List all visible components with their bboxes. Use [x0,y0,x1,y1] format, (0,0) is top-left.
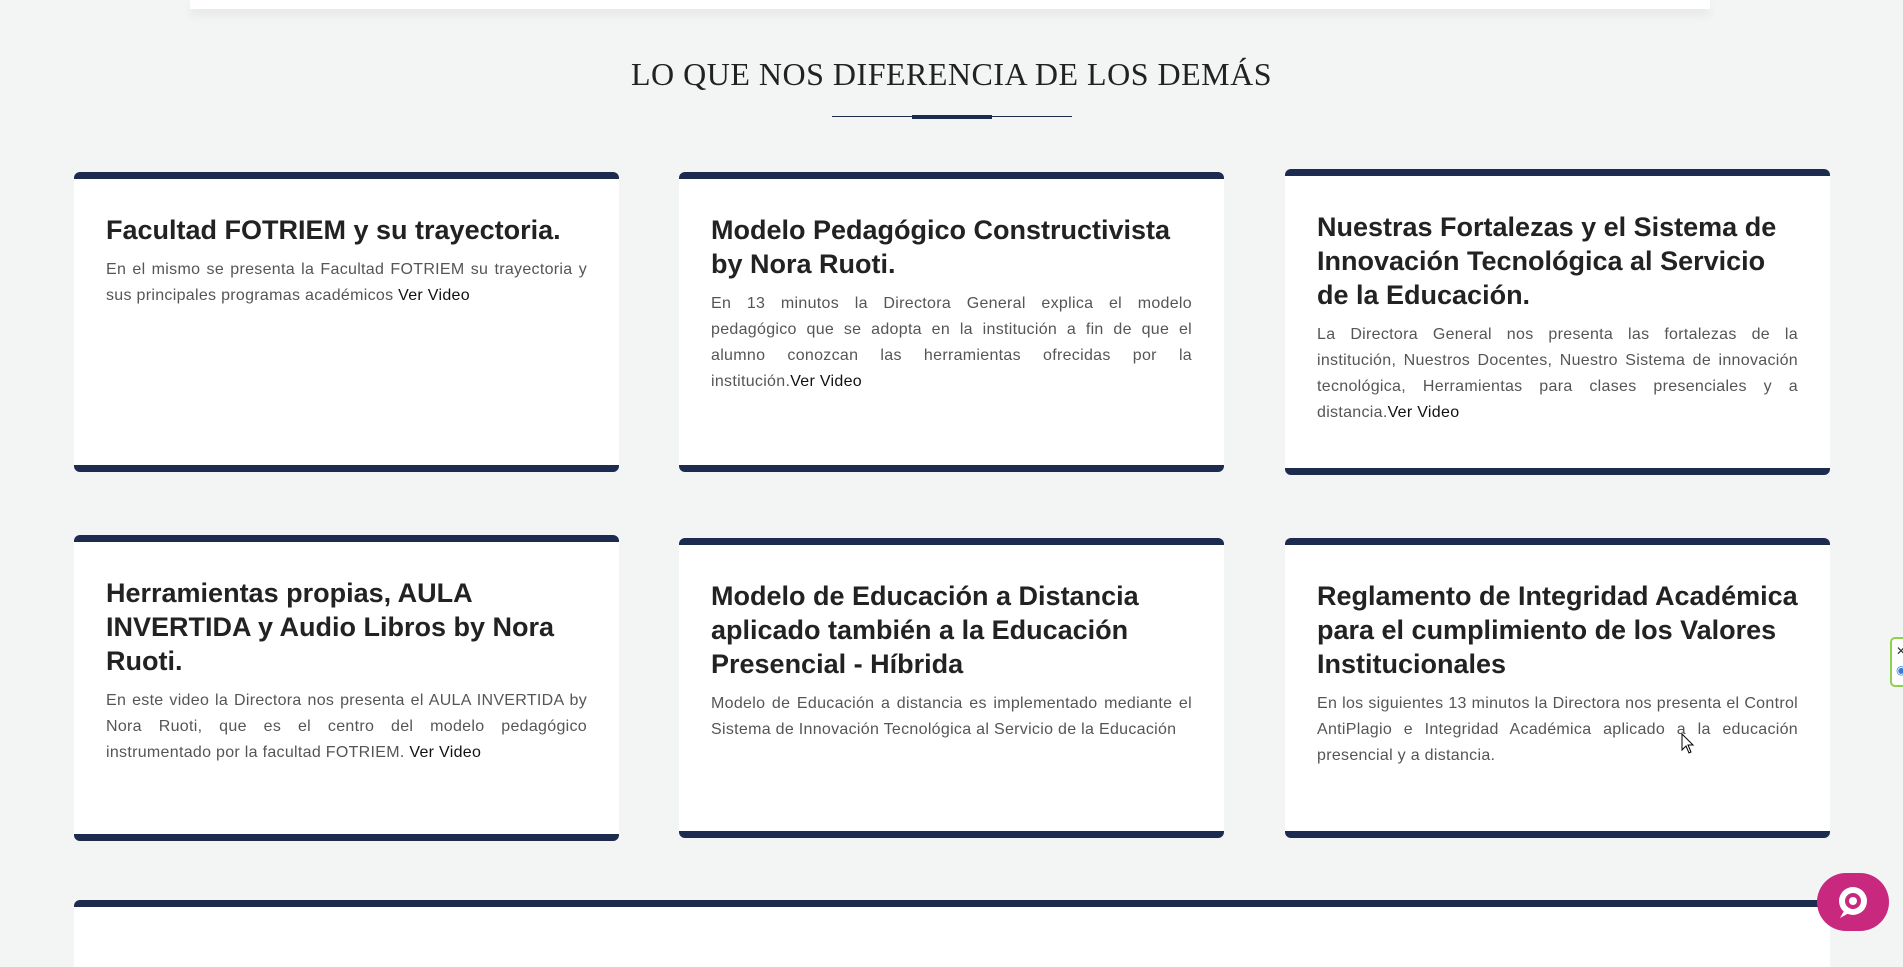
card-description: La Directora General nos presenta las fo… [1317,326,1798,421]
ver-video-link[interactable]: Ver Video [1388,404,1460,421]
next-section-card [74,900,1830,967]
ver-video-link[interactable]: Ver Video [409,744,481,761]
card-description: En los siguientes 13 minutos la Director… [1317,695,1798,764]
card-title: Modelo Pedagógico Constructivista by Nor… [711,215,1171,279]
card-description: En 13 minutos la Directora General expli… [711,295,1192,390]
ver-video-link[interactable]: Ver Video [398,287,470,304]
section-title: LO QUE NOS DIFERENCIA DE LOS DEMÁS [630,56,1272,92]
card-title: Nuestras Fortalezas y el Sistema de Inno… [1317,212,1777,310]
feature-card: Nuestras Fortalezas y el Sistema de Inno… [1285,169,1830,475]
accessibility-widget[interactable]: ✕ ◉ [1890,637,1903,687]
chat-button[interactable] [1817,873,1889,931]
feature-card: Facultad FOTRIEM y su trayectoria. En el… [74,172,619,472]
ver-video-link[interactable]: Ver Video [790,373,862,390]
feature-card: Modelo Pedagógico Constructivista by Nor… [679,172,1224,472]
feature-card: Reglamento de Integridad Académica para … [1285,538,1830,838]
card-description: Modelo de Educación a distancia es imple… [711,695,1192,738]
mouse-cursor-icon [1681,733,1695,754]
feature-card: Herramientas propias, AULA INVERTIDA y A… [74,535,619,841]
close-icon[interactable]: ✕ [1896,645,1903,657]
feature-card: Modelo de Educación a Distancia aplicado… [679,538,1224,838]
header-bar-edge [190,0,1710,9]
card-title: Reglamento de Integridad Académica para … [1317,581,1798,679]
card-title: Facultad FOTRIEM y su trayectoria. [106,215,561,245]
info-icon[interactable]: ◉ [1896,664,1903,676]
title-underline-accent [912,115,992,119]
chat-bubble-icon [1839,887,1867,918]
card-description: En este video la Directora nos presenta … [106,692,587,761]
card-title: Herramientas propias, AULA INVERTIDA y A… [106,578,555,676]
card-description: En el mismo se presenta la Facultad FOTR… [106,261,587,304]
card-title: Modelo de Educación a Distancia aplicado… [711,581,1139,679]
